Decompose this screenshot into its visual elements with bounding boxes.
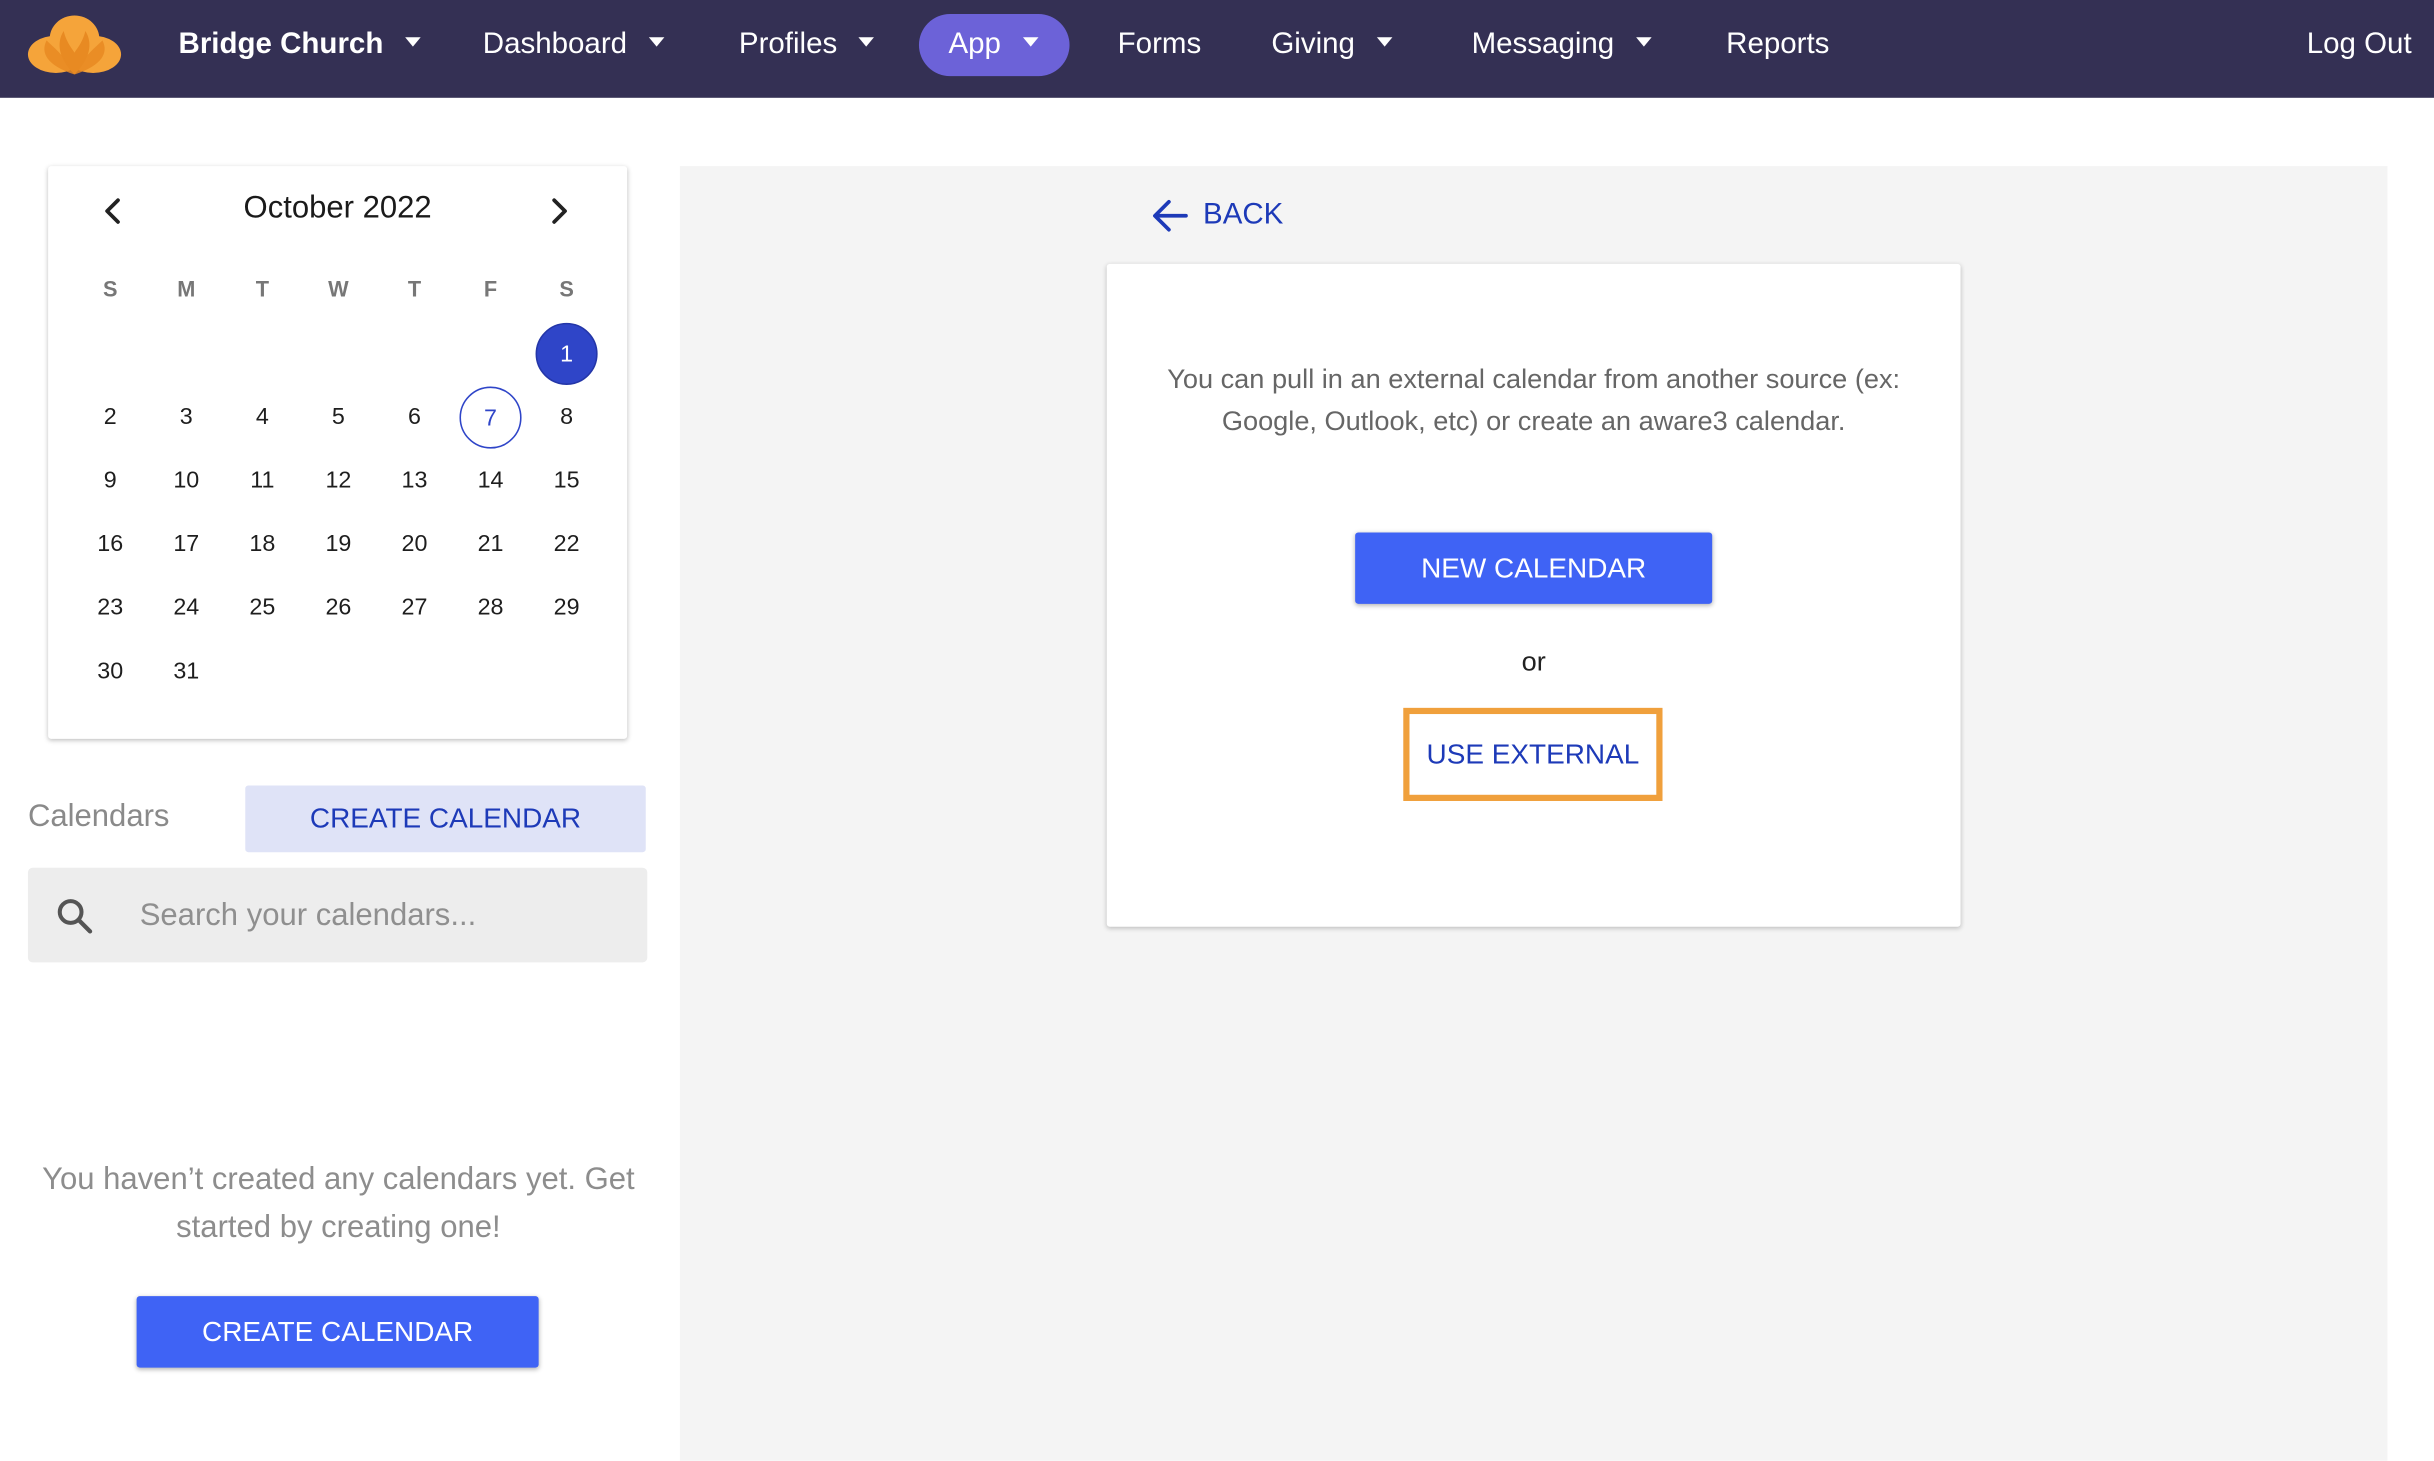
use-external-button[interactable]: USE EXTERNAL [1403,707,1663,801]
chevron-right-icon[interactable] [539,191,579,231]
calendar-day-29[interactable]: 29 [536,577,598,639]
weekday-label: T [407,276,422,302]
logout-label: Log Out [2306,27,2412,61]
calendar-day-6[interactable]: 6 [383,387,445,449]
nav-item-reports[interactable]: Reports [1726,14,1829,76]
chevron-down-icon [1376,37,1393,47]
nav-org-label: Bridge Church [178,27,384,61]
calendar-day-30[interactable]: 30 [79,641,141,703]
search-input[interactable] [136,889,625,943]
calendar-day-10[interactable]: 10 [155,450,217,512]
calendar-day-28[interactable]: 28 [459,577,521,639]
search-icon [57,899,93,934]
nav-item-label: App [948,27,1001,61]
calendar-day-7[interactable]: 7 [459,386,522,449]
panel-description: You can pull in an external calendar fro… [1167,363,1901,437]
calendar-day-9[interactable]: 9 [79,450,141,512]
nav-item-label: Forms [1117,27,1202,61]
chevron-down-icon [1022,37,1039,47]
create-calendar-primary-button[interactable]: CREATE CALENDAR [136,1296,539,1368]
calendar-day-2[interactable]: 2 [79,387,141,449]
nav-item-dashboard[interactable]: Dashboard [483,14,665,76]
create-calendar-button[interactable]: CREATE CALENDAR [245,785,646,853]
weekday-label: S [102,276,118,302]
calendar-day-1[interactable]: 1 [535,322,598,385]
calendar-day-17[interactable]: 17 [155,514,217,576]
mini-calendar: October 2022 S M T W T F S 1 2 3 4 5 6 7 8 9 10 11 12 13 14 1… [48,166,628,739]
calendar-day-18[interactable]: 18 [231,514,293,576]
calendar-day-21[interactable]: 21 [459,514,521,576]
weekday-label: W [328,276,349,302]
or-separator: or [1521,645,1546,677]
calendar-day-12[interactable]: 12 [307,450,369,512]
empty-calendars-message: You haven’t created any calendars yet. G… [42,1162,635,1245]
nav-item-messaging[interactable]: Messaging [1472,14,1652,76]
calendar-day-8[interactable]: 8 [536,387,598,449]
back-label: BACK [1203,198,1284,232]
calendar-day-14[interactable]: 14 [459,450,521,512]
calendar-day-31[interactable]: 31 [155,641,217,703]
calendar-day-22[interactable]: 22 [536,514,598,576]
calendar-day-26[interactable]: 26 [307,577,369,639]
calendar-day-4[interactable]: 4 [231,387,293,449]
nav-item-label: Messaging [1471,27,1615,61]
nav-item-profiles[interactable]: Profiles [739,14,875,76]
arrow-left-icon [1153,199,1188,232]
calendar-day-13[interactable]: 13 [383,450,445,512]
chevron-down-icon [405,37,421,47]
top-nav: Bridge Church Dashboard Profiles App For… [0,0,2434,98]
calendar-day-20[interactable]: 20 [383,514,445,576]
nav-item-label: Reports [1726,27,1830,61]
church-flame-logo-icon[interactable] [25,12,124,77]
nav-item-label: Giving [1271,27,1355,61]
calendar-day-3[interactable]: 3 [155,387,217,449]
chevron-down-icon [648,37,665,47]
chevron-down-icon [858,37,875,47]
nav-org-switcher[interactable]: Bridge Church [179,14,421,76]
calendar-day-23[interactable]: 23 [79,577,141,639]
calendar-day-11[interactable]: 11 [231,450,293,512]
weekday-label: F [483,276,498,302]
calendar-day-25[interactable]: 25 [231,577,293,639]
nav-item-label: Profiles [738,27,838,61]
chevron-down-icon [1635,37,1652,47]
calendars-heading: Calendars [27,799,170,834]
logout-link[interactable]: Log Out [2307,14,2412,76]
nav-item-giving[interactable]: Giving [1271,14,1393,76]
nav-item-label: Dashboard [482,27,628,61]
calendar-search [27,867,648,963]
nav-item-forms[interactable]: Forms [1118,14,1202,76]
calendar-day-16[interactable]: 16 [79,514,141,576]
calendar-day-24[interactable]: 24 [155,577,217,639]
nav-item-app[interactable]: App [918,13,1070,77]
weekday-label: S [559,276,574,302]
calendar-day-15[interactable]: 15 [536,450,598,512]
weekday-label: T [255,276,269,302]
calendar-day-5[interactable]: 5 [307,387,369,449]
calendar-day-19[interactable]: 19 [307,514,369,576]
calendar-day-27[interactable]: 27 [383,577,445,639]
calendar-source-panel: You can pull in an external calendar fro… [1106,263,1961,927]
weekday-label: M [177,276,196,302]
new-calendar-button[interactable]: NEW CALENDAR [1355,532,1713,604]
